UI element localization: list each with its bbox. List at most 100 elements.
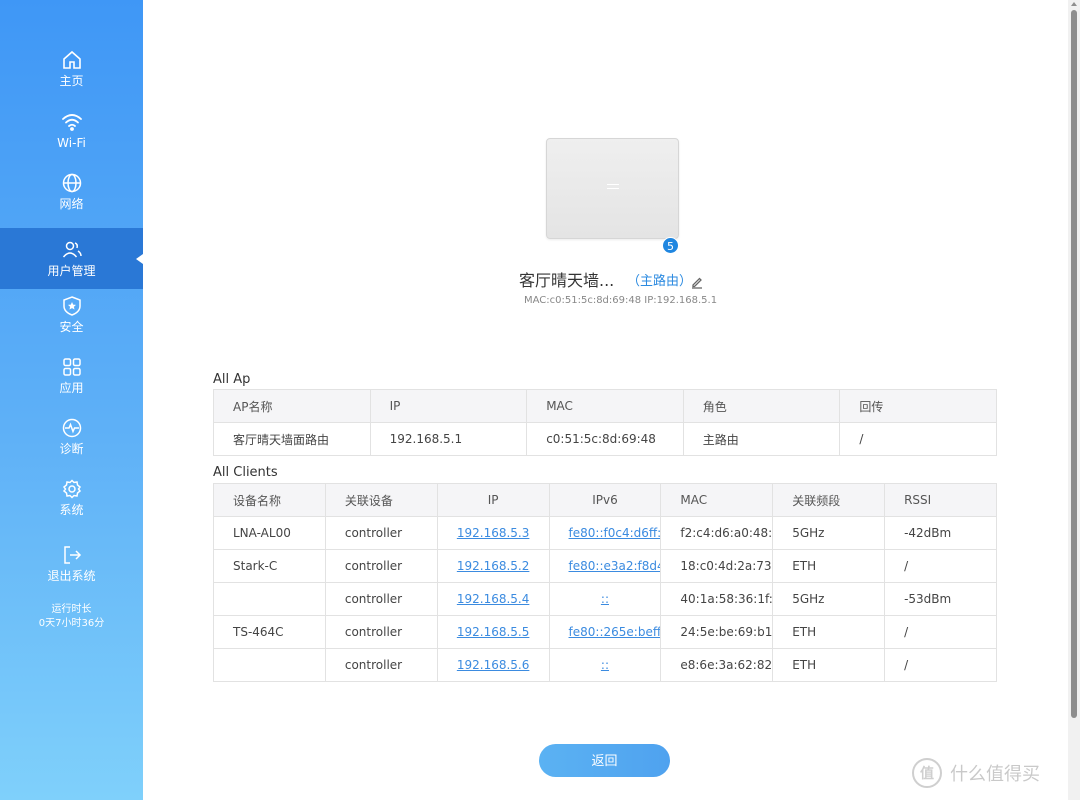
client-ip-link[interactable]: 192.168.5.6 [457, 658, 530, 672]
nav-diagnostics-label: 诊断 [59, 442, 84, 456]
ap-table-header: AP名称 IP MAC 角色 回传 [213, 389, 997, 423]
client-rssi: -42dBm [884, 516, 997, 550]
nav-home[interactable]: 主页 [0, 38, 143, 99]
ap-role: 主路由 [682, 422, 841, 456]
nav-security[interactable]: 安全 [0, 284, 143, 345]
client-ip-cell: 192.168.5.3 [436, 516, 550, 550]
clients-table: 设备名称 关联设备 IP IPv6 MAC 关联频段 RSSI LNA-AL00… [213, 483, 997, 682]
client-band: ETH [772, 615, 886, 649]
clients-header-cell: 关联设备 [324, 483, 438, 517]
client-ipv6-link[interactable]: fe80::265e:beff:... [569, 625, 660, 639]
nav-wifi[interactable]: Wi-Fi [0, 100, 143, 161]
client-rssi: / [884, 549, 997, 583]
client-name: Stark-C [213, 549, 326, 583]
client-ipv6-link[interactable]: fe80::e3a2:f8d4... [569, 559, 660, 573]
client-ipv6-link[interactable]: :: [601, 592, 609, 606]
client-assoc-device: controller [324, 516, 438, 550]
client-name: LNA-AL00 [213, 516, 326, 550]
client-ip-cell: 192.168.5.4 [436, 582, 550, 616]
nav-logout-label: 退出系统 [47, 569, 96, 583]
wifi-icon [61, 111, 83, 133]
table-row: Stark-C controller 192.168.5.2 fe80::e3a… [213, 549, 997, 583]
table-row: controller 192.168.5.4 :: 40:1a:58:36:1f… [213, 582, 997, 616]
scroll-up-icon[interactable] [1071, 2, 1077, 6]
ap-header-cell: MAC [526, 389, 684, 423]
ap-mac: c0:51:5c:8d:69:48 [526, 422, 684, 456]
nav-system[interactable]: 系统 [0, 467, 143, 528]
nav-system-label: 系统 [59, 503, 84, 517]
ap-header-cell: IP [369, 389, 528, 423]
client-assoc-device: controller [324, 648, 438, 682]
client-ip-cell: 192.168.5.5 [436, 615, 550, 649]
watermark: 值 什么值得买 [912, 758, 1040, 788]
device-meta: MAC:c0:51:5c:8d:69:48 IP:192.168.5.1 [524, 295, 718, 306]
nav-apps[interactable]: 应用 [0, 345, 143, 406]
watermark-logo: 值 [912, 758, 942, 788]
clients-header-cell: RSSI [884, 483, 997, 517]
client-ip-link[interactable]: 192.168.5.3 [457, 526, 530, 540]
edit-icon[interactable] [690, 274, 704, 289]
ap-backhaul: / [839, 422, 997, 456]
nav-network-label: 网络 [59, 197, 84, 211]
device-name: 客厅晴天墙... [519, 271, 615, 290]
client-assoc-device: controller [324, 615, 438, 649]
client-ipv6-cell: :: [548, 648, 662, 682]
shield-icon [61, 295, 83, 317]
nav-apps-label: 应用 [59, 381, 84, 395]
watermark-text: 什么值得买 [950, 764, 1040, 785]
client-mac: 24:5e:be:69:b1:... [660, 615, 774, 649]
ap-name: 客厅晴天墙面路由 [213, 422, 371, 456]
nav-security-label: 安全 [59, 320, 84, 334]
client-ipv6-cell: :: [548, 582, 662, 616]
nav-user-management-label: 用户管理 [47, 264, 96, 278]
client-band: ETH [772, 648, 886, 682]
nav-network[interactable]: 网络 [0, 161, 143, 222]
uptime: 运行时长 0天7小时36分 [0, 603, 143, 631]
client-rssi: -53dBm [884, 582, 997, 616]
clients-section-title: All Clients [213, 465, 278, 480]
apps-icon [61, 356, 83, 378]
ap-table: AP名称 IP MAC 角色 回传 客厅晴天墙面路由 192.168.5.1 c… [213, 389, 997, 456]
client-ipv6-cell: fe80::e3a2:f8d4... [548, 549, 662, 583]
gear-icon [61, 478, 83, 500]
back-button[interactable]: 返回 [539, 744, 670, 777]
client-ip-link[interactable]: 192.168.5.2 [457, 559, 530, 573]
client-ipv6-cell: fe80::265e:beff:... [548, 615, 662, 649]
table-row: TS-464C controller 192.168.5.5 fe80::265… [213, 615, 997, 649]
ap-ip: 192.168.5.1 [369, 422, 528, 456]
nav-home-label: 主页 [59, 74, 84, 88]
device-role: （主路由） [627, 274, 693, 289]
client-band: ETH [772, 549, 886, 583]
client-ip-cell: 192.168.5.6 [436, 648, 550, 682]
scrollbar-thumb[interactable] [1071, 10, 1077, 718]
home-icon [61, 49, 83, 71]
client-mac: 18:c0:4d:2a:73:18 [660, 549, 774, 583]
router-image [546, 138, 679, 239]
client-ip-cell: 192.168.5.2 [436, 549, 550, 583]
client-assoc-device: controller [324, 582, 438, 616]
nav-wifi-label: Wi-Fi [57, 136, 86, 150]
client-mac: f2:c4:d6:a0:48:58 [660, 516, 774, 550]
scrollbar[interactable] [1068, 0, 1080, 800]
diagnose-icon [61, 417, 83, 439]
nav-logout[interactable]: 退出系统 [0, 533, 143, 594]
ap-section-title: All Ap [213, 372, 251, 387]
client-mac: e8:6e:3a:62:82:f4 [660, 648, 774, 682]
clients-header-cell: IP [436, 483, 550, 517]
client-ipv6-link[interactable]: :: [601, 658, 609, 672]
client-ipv6-link[interactable]: fe80::f0c4:d6ff:f... [569, 526, 660, 540]
clients-table-header: 设备名称 关联设备 IP IPv6 MAC 关联频段 RSSI [213, 483, 997, 517]
nav-user-management[interactable]: 用户管理 [0, 228, 143, 289]
nav-diagnostics[interactable]: 诊断 [0, 406, 143, 467]
table-row: controller 192.168.5.6 :: e8:6e:3a:62:82… [213, 648, 997, 682]
client-band: 5GHz [772, 516, 886, 550]
ap-header-cell: 角色 [682, 389, 841, 423]
clients-header-cell: 关联频段 [772, 483, 886, 517]
ap-table-row: 客厅晴天墙面路由 192.168.5.1 c0:51:5c:8d:69:48 主… [213, 422, 997, 456]
clients-header-cell: MAC [660, 483, 774, 517]
client-ip-link[interactable]: 192.168.5.5 [457, 625, 530, 639]
client-ip-link[interactable]: 192.168.5.4 [457, 592, 530, 606]
clients-header-cell: IPv6 [548, 483, 662, 517]
router-logo [607, 184, 619, 189]
globe-icon [61, 172, 83, 194]
